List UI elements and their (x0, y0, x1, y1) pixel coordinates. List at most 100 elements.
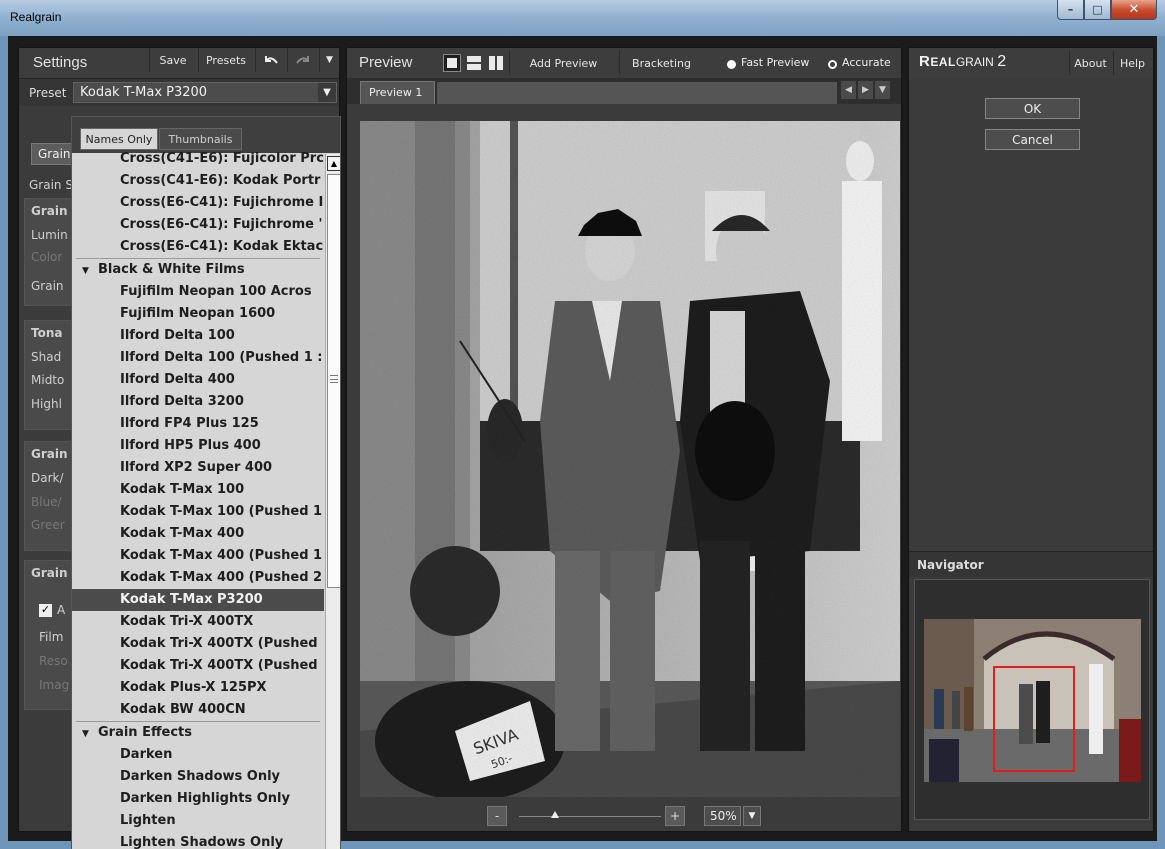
tab-prev-icon[interactable]: ◀ (841, 81, 856, 99)
section-heading: Tona (31, 326, 63, 340)
ok-button[interactable]: OK (985, 98, 1080, 119)
maximize-button[interactable]: □ (1084, 0, 1111, 20)
help-button[interactable]: Help (1113, 51, 1151, 75)
logo-part: EAL (930, 55, 956, 69)
preset-item[interactable]: Cross(E6-C41): Kodak Ektac (72, 236, 324, 258)
preset-value: Kodak T-Max P3200 (80, 85, 208, 100)
navigator-title: Navigator (917, 558, 984, 572)
single-view-button[interactable] (443, 54, 461, 72)
preset-item[interactable]: Cross(C41-E6): Kodak Portr (72, 170, 324, 192)
preview-title: Preview (359, 54, 413, 71)
preset-item[interactable]: Darken (72, 744, 324, 766)
names-only-toggle[interactable]: Names Only (80, 128, 158, 150)
tab-next-icon[interactable]: ▶ (858, 81, 873, 99)
blue-label: Blue/ (31, 495, 62, 509)
tab-grain-label: Grain (38, 147, 71, 161)
dark-label: Dark/ (31, 471, 64, 485)
preset-item[interactable]: Kodak Tri-X 400TX (Pushed (72, 655, 324, 677)
settings-header: Settings Save Presets ▼ (19, 48, 339, 78)
preset-category[interactable]: ▼ Grain Effects (72, 722, 324, 744)
preset-dropdown-list: Names Only Thumbnails Cross(C41-E6): Fuj… (71, 116, 341, 849)
accurate-label[interactable]: Accurate (842, 56, 891, 69)
fast-preview-radio[interactable] (727, 60, 736, 69)
settings-menu-button[interactable]: ▼ (319, 48, 339, 72)
preset-item[interactable]: Lighten Shadows Only (72, 832, 324, 849)
thumbnails-toggle[interactable]: Thumbnails (159, 128, 242, 150)
navigator-thumbnail[interactable] (924, 619, 1141, 782)
preset-item[interactable]: Darken Highlights Only (72, 788, 324, 810)
midtones-label: Midto (31, 373, 65, 387)
zoom-slider-handle[interactable] (550, 811, 559, 818)
split-vertical-button[interactable] (487, 54, 505, 72)
preset-category[interactable]: ▼ Black & White Films (72, 259, 324, 281)
bracketing-button[interactable]: Bracketing (619, 51, 703, 75)
preset-item[interactable]: Ilford FP4 Plus 125 (72, 413, 324, 435)
realgrain-logo: REALGRAIN 2 (919, 53, 1006, 71)
preset-item[interactable]: Kodak Tri-X 400TX (72, 611, 324, 633)
preview-image[interactable]: SKIVA 50:- (360, 121, 900, 797)
tab-preview-1[interactable]: Preview 1 (360, 81, 435, 104)
chevron-down-icon[interactable]: ▼ (743, 806, 761, 826)
preset-item[interactable]: Ilford Delta 100 (Pushed 1 : (72, 347, 324, 369)
preset-label: Preset (29, 86, 67, 100)
preset-item[interactable]: Darken Shadows Only (72, 766, 324, 788)
preset-item[interactable]: Kodak T-Max 400 (Pushed 1 (72, 545, 324, 567)
preset-item[interactable]: Ilford Delta 100 (72, 325, 324, 347)
minimize-button[interactable]: – (1057, 0, 1084, 20)
settings-title: Settings (33, 54, 88, 71)
auto-checkbox[interactable]: ✓ (39, 604, 52, 617)
save-button[interactable]: Save (149, 48, 196, 72)
preset-item[interactable]: Kodak T-Max 400 (72, 523, 324, 545)
presets-button[interactable]: Presets (198, 48, 253, 72)
redo-button[interactable] (287, 48, 317, 72)
tab-strip (437, 82, 837, 104)
luminance-label: Lumin (31, 228, 68, 242)
cancel-button[interactable]: Cancel (985, 129, 1080, 150)
preset-item[interactable]: Ilford XP2 Super 400 (72, 457, 324, 479)
preset-category-label: Black & White Films (98, 262, 245, 277)
preset-row: Preset Kodak T-Max P3200 ▼ (19, 78, 339, 106)
chevron-down-icon: ▼ (326, 55, 333, 65)
section-heading: Grain (31, 204, 68, 218)
preset-item[interactable]: Kodak Plus-X 125PX (72, 677, 324, 699)
preset-item[interactable]: Kodak T-Max 100 (72, 479, 324, 501)
scroll-up-icon[interactable]: ▲ (327, 156, 340, 171)
undo-icon (264, 56, 278, 64)
preset-item[interactable]: Lighten (72, 810, 324, 832)
scrollbar-thumb[interactable] (327, 174, 340, 588)
undo-button[interactable] (255, 48, 285, 72)
preset-item-selected[interactable]: Kodak T-Max P3200 (72, 589, 324, 611)
preset-item[interactable]: Kodak T-Max 400 (Pushed 2 (72, 567, 324, 589)
preset-item[interactable]: Ilford Delta 400 (72, 369, 324, 391)
chevron-down-icon[interactable]: ▼ (82, 260, 98, 282)
fast-preview-label[interactable]: Fast Preview (741, 56, 809, 69)
zoom-slider-track[interactable] (519, 816, 661, 817)
window-title: Realgrain (10, 10, 62, 24)
chevron-down-icon[interactable]: ▼ (82, 723, 98, 745)
preset-item[interactable]: Cross(E6-C41): Fujichrome ' (72, 214, 324, 236)
close-button[interactable]: ✕ (1111, 0, 1157, 20)
right-panel: REALGRAIN 2 About Help OK Cancel Navigat… (908, 47, 1154, 832)
navigator-photo (924, 619, 1141, 782)
preset-item[interactable]: Cross(C41-E6): Fujicolor Prc (72, 148, 324, 170)
tab-menu-icon[interactable]: ▼ (875, 81, 890, 99)
chevron-down-icon[interactable]: ▼ (318, 83, 336, 102)
logo-part: R (919, 53, 931, 70)
preset-item[interactable]: Kodak T-Max 100 (Pushed 1 (72, 501, 324, 523)
zoom-value[interactable]: 50% (704, 806, 741, 826)
preset-list-scrollbar[interactable]: ▲ ▼ (325, 154, 340, 849)
preset-select[interactable]: Kodak T-Max P3200 ▼ (73, 82, 337, 103)
preset-item[interactable]: Cross(E6-C41): Fujichrome I (72, 192, 324, 214)
split-horizontal-button[interactable] (465, 54, 483, 72)
accurate-radio[interactable] (828, 60, 837, 69)
zoom-in-button[interactable]: + (665, 806, 685, 826)
preset-item[interactable]: Kodak Tri-X 400TX (Pushed (72, 633, 324, 655)
preset-item[interactable]: Ilford HP5 Plus 400 (72, 435, 324, 457)
zoom-out-button[interactable]: - (487, 806, 507, 826)
preset-item[interactable]: Fujifilm Neopan 100 Acros (72, 281, 324, 303)
preset-item[interactable]: Kodak BW 400CN (72, 699, 324, 721)
about-button[interactable]: About (1069, 51, 1111, 75)
preset-item[interactable]: Fujifilm Neopan 1600 (72, 303, 324, 325)
preset-item[interactable]: Ilford Delta 3200 (72, 391, 324, 413)
add-preview-button[interactable]: Add Preview (509, 51, 617, 75)
